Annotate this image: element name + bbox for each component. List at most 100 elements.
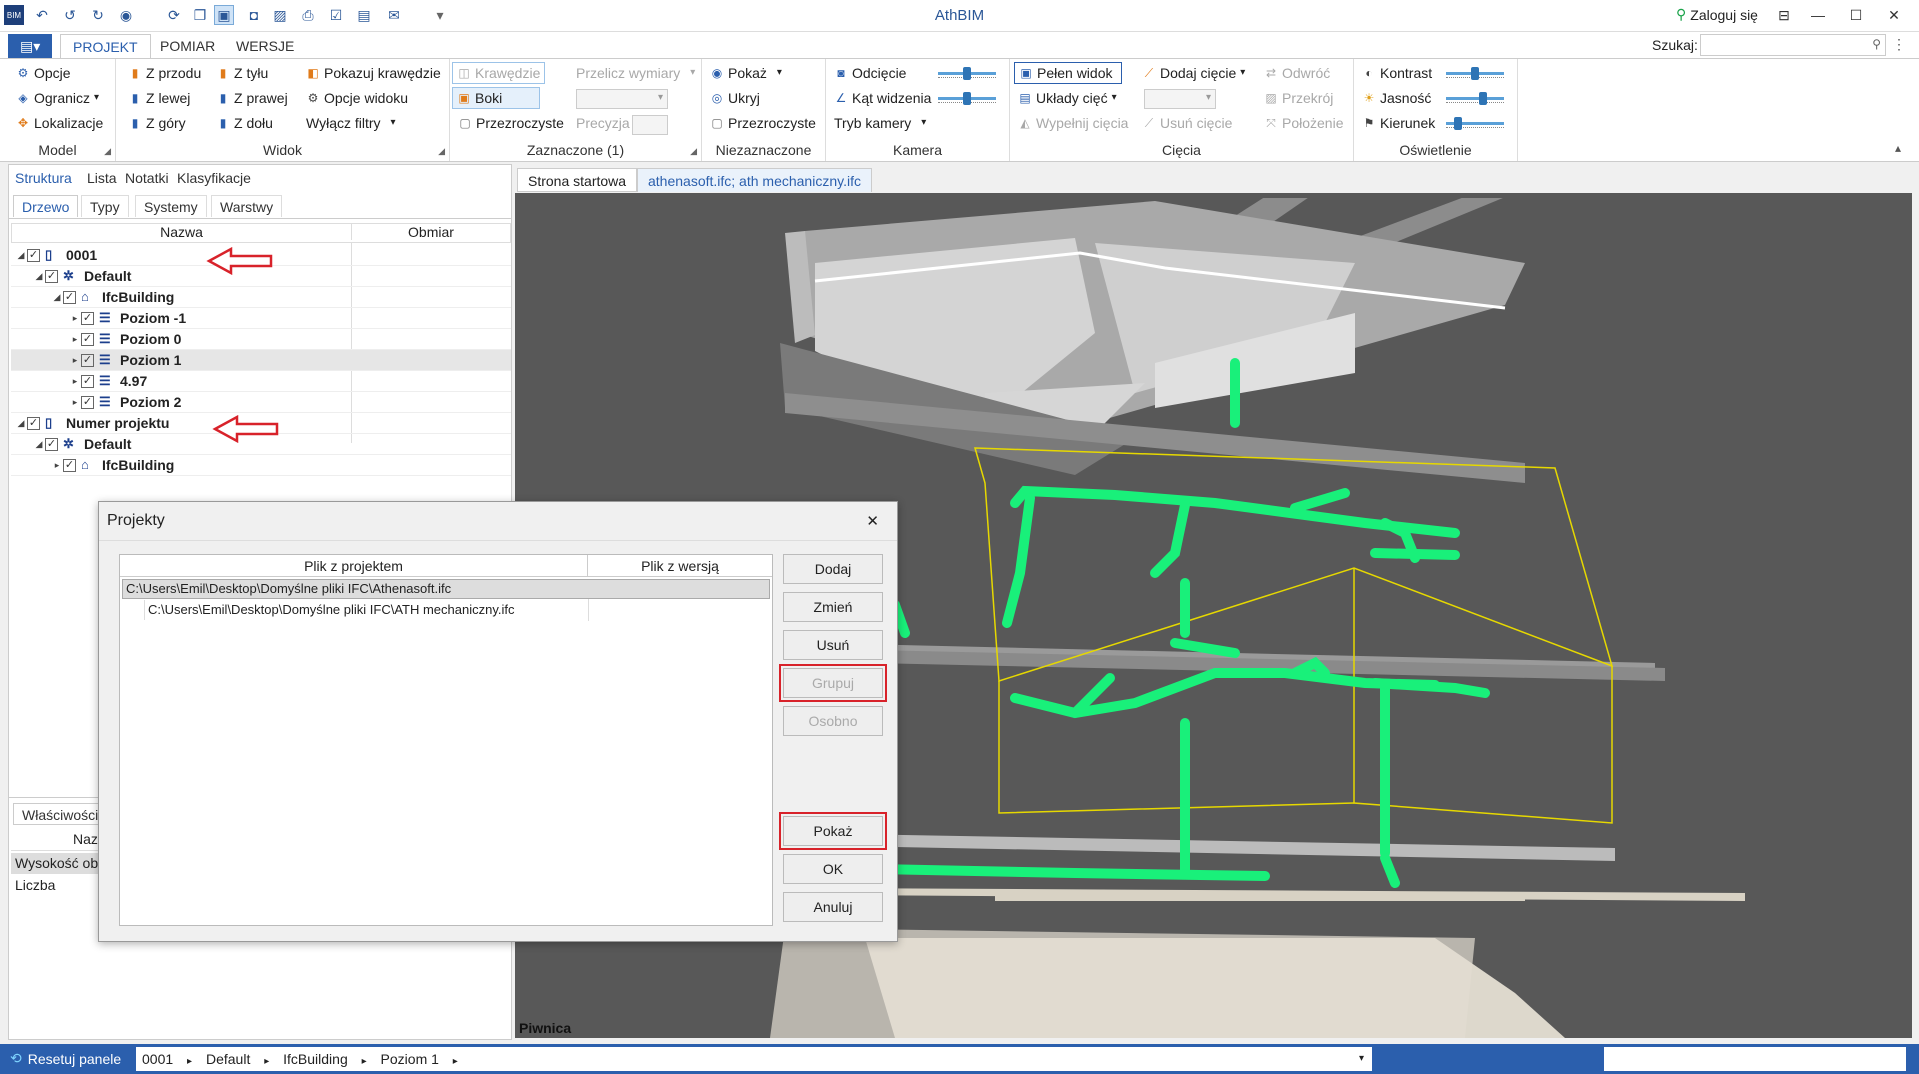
checkbox[interactable]: ✓ [81, 374, 94, 388]
change-button[interactable]: Zmień [783, 592, 883, 622]
view-options-button[interactable]: ⚙ Opcje widoku [306, 87, 408, 109]
expand-arrow-icon[interactable]: ▸ [69, 376, 81, 387]
locations-button[interactable]: ✥ Lokalizacje [16, 112, 103, 134]
collapse-arrow-icon[interactable]: ◢ [51, 292, 63, 303]
view-top-button[interactable]: ▮ Z góry [128, 112, 186, 134]
subtab-systemy[interactable]: Systemy [135, 195, 207, 217]
view-right-button[interactable]: ▮ Z prawej [216, 87, 288, 109]
tree-row[interactable]: ◢ ✓ ⌂ IfcBuilding [11, 287, 511, 308]
ribbon-options-icon[interactable]: ⋮ [1892, 36, 1906, 53]
file-menu-button[interactable]: ▤▾ [8, 34, 52, 58]
show-edges-button[interactable]: ◧ Pokazuj krawędzie [306, 62, 440, 84]
checkbox[interactable]: ✓ [45, 437, 58, 451]
ok-button[interactable]: OK [783, 854, 883, 884]
login-button[interactable]: ⚲ Zaloguj się [1676, 6, 1758, 23]
section-select[interactable]: ▾ [1144, 89, 1216, 109]
tree-row[interactable]: ▸ ✓ ☰ 4.97 [11, 371, 511, 392]
tree-row[interactable]: ▸ ✓ ☰ Poziom -1 [11, 308, 511, 329]
search-input[interactable]: ⚲ [1700, 34, 1886, 56]
tab-lista[interactable]: Lista [87, 167, 117, 189]
full-view-button[interactable]: ▣ Pełen widok [1014, 62, 1122, 84]
expand-icon[interactable]: ◢ [690, 146, 697, 157]
clipping-slider[interactable] [938, 66, 996, 82]
subtab-drzewo[interactable]: Drzewo [13, 195, 79, 217]
restrict-button[interactable]: ◈ Ogranicz ▾ [16, 87, 99, 109]
fov-slider[interactable] [938, 91, 996, 107]
remove-section-button[interactable]: ⟋ Usuń cięcie [1142, 112, 1233, 134]
tab-projekt[interactable]: PROJEKT [60, 34, 151, 58]
options-button[interactable]: ⚙ Opcje [16, 62, 71, 84]
expand-arrow-icon[interactable]: ▸ [69, 334, 81, 345]
field-of-view-button[interactable]: ∠ Kąt widzenia [834, 87, 932, 109]
hide-button[interactable]: ◎ Ukryj [710, 87, 760, 109]
recalc-dimensions-dropdown[interactable]: Przelicz wymiary ▾ [576, 62, 695, 84]
tab-model-view[interactable]: athenasoft.ifc; ath mechaniczny.ifc [637, 168, 872, 192]
brightness-slider[interactable] [1446, 91, 1504, 107]
reset-panels-button[interactable]: ⟲ Resetuj panele [10, 1050, 121, 1067]
checkbox[interactable]: ✓ [81, 353, 94, 367]
column-obmiar[interactable]: Obmiar [352, 224, 510, 240]
expand-arrow-icon[interactable]: ▸ [69, 313, 81, 324]
sides-toggle[interactable]: ▣ Boki [452, 87, 540, 109]
view-bottom-button[interactable]: ▮ Z dołu [216, 112, 273, 134]
collapse-arrow-icon[interactable]: ◢ [15, 418, 27, 429]
cross-section-button[interactable]: ▨ Przekrój [1264, 87, 1333, 109]
column-plik-z-projektem[interactable]: Plik z projektem [120, 555, 588, 577]
tab-klasyfikacje[interactable]: Klasyfikacje [177, 167, 251, 189]
checkbox[interactable]: ✓ [81, 395, 94, 409]
edges-toggle[interactable]: ◫ Krawędzie [452, 62, 546, 84]
checkbox[interactable]: ✓ [81, 332, 94, 346]
minimize-button[interactable]: — [1808, 5, 1828, 25]
tab-pomiar[interactable]: POMIAR [148, 34, 227, 58]
column-plik-z-wersja[interactable]: Plik z wersją [588, 555, 772, 577]
dimensions-select[interactable]: ▾ [576, 89, 668, 109]
collapse-ribbon-icon[interactable]: ▴ [1895, 141, 1901, 155]
restore-panels-icon[interactable]: ⊟ [1774, 5, 1794, 25]
fill-sections-button[interactable]: ◭ Wypełnij cięcia [1018, 112, 1128, 134]
view-front-button[interactable]: ▮ Z przodu [128, 62, 202, 84]
view-back-button[interactable]: ▮ Z tyłu [216, 62, 269, 84]
expand-arrow-icon[interactable]: ▸ [69, 355, 81, 366]
subtab-typy[interactable]: Typy [81, 195, 129, 217]
tab-wlasciwosci[interactable]: Właściwości [13, 803, 108, 825]
view-left-button[interactable]: ▮ Z lewej [128, 87, 191, 109]
checkbox[interactable]: ✓ [27, 248, 40, 262]
collapse-arrow-icon[interactable]: ◢ [15, 250, 27, 261]
collapse-arrow-icon[interactable]: ◢ [33, 271, 45, 282]
tree-row-selected[interactable]: ▸ ✓ ☰ Poziom 1 [11, 350, 511, 371]
show-dropdown[interactable]: ◉ Pokaż ▾ [710, 62, 782, 84]
cancel-button[interactable]: Anuluj [783, 892, 883, 922]
chevron-down-icon[interactable]: ▾ [1359, 1047, 1364, 1071]
tree-row[interactable]: ▸ ✓ ☰ Poziom 0 [11, 329, 511, 350]
tab-struktura[interactable]: Struktura [15, 167, 72, 189]
subtab-warstwy[interactable]: Warstwy [211, 195, 283, 217]
remove-button[interactable]: Usuń [783, 630, 883, 660]
expand-arrow-icon[interactable]: ▸ [51, 460, 63, 471]
contrast-slider[interactable] [1446, 66, 1504, 82]
maximize-button[interactable]: ☐ [1846, 5, 1866, 25]
expand-icon[interactable]: ◢ [438, 146, 445, 157]
transparent-button[interactable]: ▢ Przezroczyste [458, 112, 564, 134]
breadcrumb-item[interactable]: Poziom 1 [381, 1051, 439, 1067]
checkbox[interactable]: ✓ [45, 269, 58, 283]
tab-start-page[interactable]: Strona startowa [517, 168, 638, 192]
camera-mode-dropdown[interactable]: Tryb kamery ▾ [834, 112, 926, 134]
disable-filters-button[interactable]: Wyłącz filtry ▾ [306, 112, 396, 134]
collapse-arrow-icon[interactable]: ◢ [33, 439, 45, 450]
tree-row[interactable]: ▸ ✓ ⌂ IfcBuilding [11, 455, 511, 476]
clipping-button[interactable]: ◙ Odcięcie [834, 62, 906, 84]
transparent-unselected-button[interactable]: ▢ Przezroczyste [710, 112, 816, 134]
breadcrumb-item[interactable]: Default [206, 1051, 250, 1067]
close-button[interactable]: ✕ [1884, 5, 1904, 25]
precision-stepper[interactable] [632, 115, 668, 135]
add-button[interactable]: Dodaj [783, 554, 883, 584]
checkbox[interactable]: ✓ [63, 458, 76, 472]
table-row[interactable]: C:\Users\Emil\Desktop\Domyślne pliki IFC… [144, 600, 770, 620]
breadcrumb-item[interactable]: IfcBuilding [283, 1051, 348, 1067]
checkbox[interactable]: ✓ [63, 290, 76, 304]
position-button[interactable]: ⤧ Położenie [1264, 112, 1343, 134]
column-nazwa[interactable]: Nazwa [12, 224, 352, 240]
tree-row[interactable]: ▸ ✓ ☰ Poziom 2 [11, 392, 511, 413]
dialog-close-button[interactable]: ✕ [866, 512, 879, 530]
checkbox[interactable]: ✓ [81, 311, 94, 325]
